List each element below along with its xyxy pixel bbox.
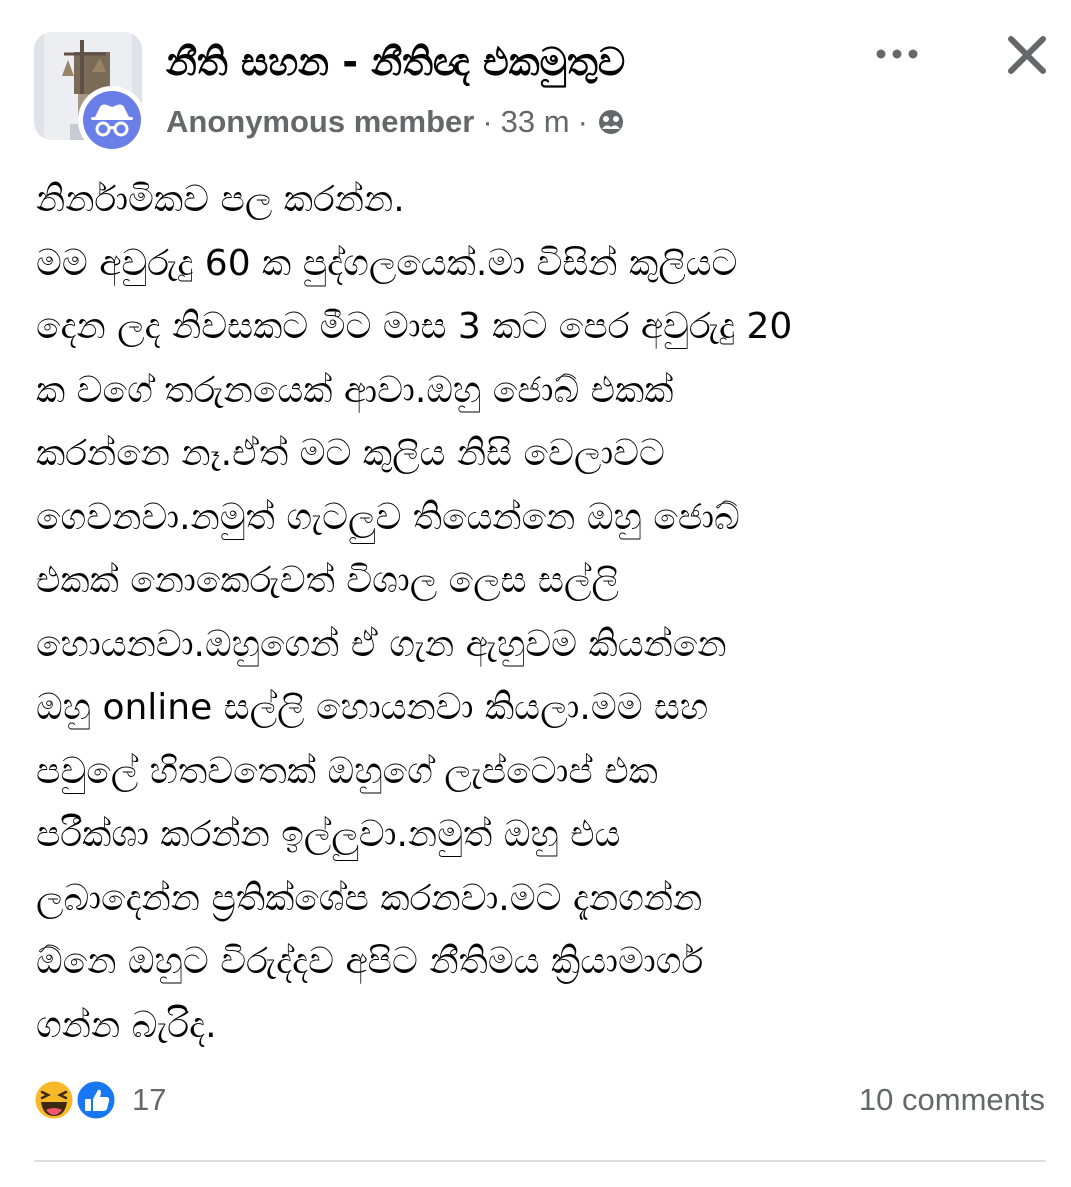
more-options-button[interactable] xyxy=(872,36,922,72)
post-text-line: ක වගේ තරුනයෙක් ආවා.ඔහු ජොබ් එකක් xyxy=(36,369,674,411)
post-text-line: නිර්නාමිකව පල කරන්න. xyxy=(36,179,405,220)
group-name[interactable]: නීති සහන - නීතිඥ එකමුතුව xyxy=(166,34,625,90)
close-icon xyxy=(1008,36,1046,74)
incognito-icon xyxy=(91,104,133,137)
post-text-line: මම අවුරුදු 60 ක පුද්ගලයෙක්.මා විසින් කුල… xyxy=(36,242,738,284)
post-text-line: පරීක්ශා කරන්න ඉල්ලුවා.නමුත් ඔහු එය xyxy=(36,814,621,855)
post-meta: Anonymous member · 33 m · xyxy=(166,100,626,144)
post-text-line: දෙන ලද නිවසකට මීට මාස 3 කට පෙර අවුරුදු 2… xyxy=(36,306,793,347)
post-time[interactable]: 33 m xyxy=(501,104,570,140)
footer-divider xyxy=(34,1160,1046,1162)
post-text-line: පවුලේ හිතවතෙක් ඔහුගේ ලැප්ටොප් එක xyxy=(36,750,658,792)
author-name[interactable]: Anonymous member xyxy=(166,104,474,140)
meta-separator: · xyxy=(577,104,588,139)
group-privacy-icon xyxy=(598,110,623,134)
like-icon xyxy=(74,1078,118,1122)
post-header: නීති සහන - නීතිඥ එකමුතුව Anonymous membe… xyxy=(0,0,1071,154)
post-text-line: එකක් නොකෙරුවත් විශාල ලෙස සල්ලි xyxy=(36,560,619,601)
post-text-line: කරන්නෙ නෑ.ඒත් මට කුලිය නිසි වෙලාවට xyxy=(36,433,665,474)
post-text-line: ලබාදෙන්න ප්‍රතික්ශේප කරනවා.මට දැනගන්න xyxy=(36,877,703,919)
reaction-icons xyxy=(32,1078,118,1122)
post-text-line: ඕනෙ ඔහුට විරුද්දව අපිට නීතිමය ක්‍රියාමාර… xyxy=(36,941,704,982)
post-text: නිර්නාමිකව පල කරන්න. මම අවුරුදු 60 ක පුද… xyxy=(36,168,1046,1057)
meta-separator: · xyxy=(482,104,493,139)
post-text-line: ගන්න බැරිද. xyxy=(36,1004,217,1046)
post-text-line: ඔහු online සල්ලි හොයනවා කියලා.මම සහ xyxy=(36,687,709,728)
reaction-count: 17 xyxy=(132,1082,167,1117)
ellipsis-icon xyxy=(876,49,918,59)
post-text-line: හොයනවා.ඔහුගෙන් ඒ ගැන ඇහුවම කියන්නෙ xyxy=(36,623,727,665)
close-button[interactable] xyxy=(1000,28,1054,82)
anonymous-avatar[interactable] xyxy=(78,86,146,154)
post-footer: 17 10 comments xyxy=(0,1068,1071,1132)
post-text-line: ගෙවනවා.නමුත් ගැටලුව තියෙන්නෙ ඔහු ජොබ් xyxy=(36,496,740,538)
comments-count-link[interactable]: 10 comments xyxy=(859,1082,1045,1118)
haha-icon xyxy=(32,1078,76,1122)
reactions-summary[interactable]: 17 xyxy=(32,1078,166,1122)
